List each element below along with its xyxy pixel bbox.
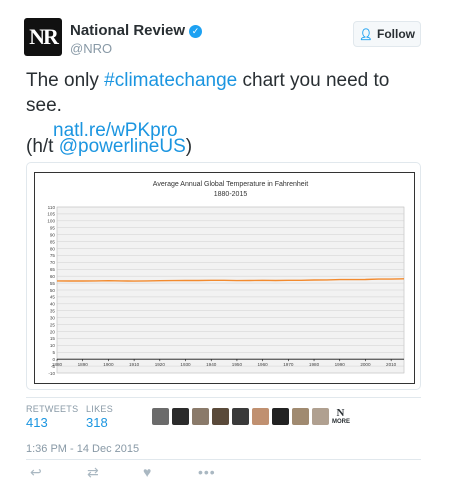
x-tick-label: 2000 <box>360 362 371 367</box>
timestamp[interactable]: 1:36 PM - 14 Dec 2015 <box>26 443 139 455</box>
likes-stat[interactable]: LIKES 318 <box>86 404 113 430</box>
account-info: National Review ✓ @NRO <box>70 22 203 56</box>
chart-image[interactable]: Average Annual Global Temperature in Fah… <box>34 172 415 384</box>
y-tick-label: 100 <box>47 219 55 224</box>
liker-avatar[interactable] <box>172 408 189 425</box>
liker-avatar[interactable] <box>252 408 269 425</box>
liker-avatar[interactable] <box>212 408 229 425</box>
y-tick-label: 25 <box>50 322 56 327</box>
y-tick-label: 110 <box>48 205 56 210</box>
liker-avatar[interactable] <box>152 408 169 425</box>
y-tick-label: 10 <box>50 343 56 348</box>
y-tick-label: 55 <box>50 281 56 286</box>
x-tick-label: 1920 <box>155 362 166 367</box>
y-tick-label: 20 <box>50 329 56 334</box>
chart-title: Average Annual Global Temperature in Fah… <box>153 181 308 188</box>
x-tick-label: 1980 <box>309 362 320 367</box>
follow-person-icon: 👤︎ <box>359 28 373 41</box>
y-tick-label: 30 <box>50 315 56 320</box>
x-tick-label: 1890 <box>78 362 89 367</box>
like-icon[interactable]: ♥ <box>143 464 151 480</box>
tweet: NR National Review ✓ @NRO 👤︎ Follow The o… <box>0 0 450 500</box>
y-tick-label: 105 <box>47 212 55 217</box>
y-tick-label: 60 <box>50 274 56 279</box>
more-likers[interactable]: N MORE <box>332 408 350 426</box>
y-tick-label: 5 <box>52 350 55 355</box>
temperature-chart: Average Annual Global Temperature in Fah… <box>47 181 405 376</box>
tweet-text: The only #climatechange chart you need t… <box>26 68 426 143</box>
liker-avatar[interactable] <box>312 408 329 425</box>
account-handle[interactable]: @NRO <box>70 41 202 56</box>
hat-tip: (h/t @powerlineUS) <box>26 134 192 159</box>
reply-icon[interactable]: ↩ <box>30 464 42 481</box>
retweets-stat[interactable]: RETWEETS 413 <box>26 404 78 430</box>
x-tick-label: 2010 <box>386 362 397 367</box>
x-tick-label: 1970 <box>283 362 294 367</box>
y-tick-label: 15 <box>50 336 56 341</box>
liker-avatar[interactable] <box>232 408 249 425</box>
y-tick-label: 50 <box>50 288 56 293</box>
y-tick-label: 80 <box>50 246 56 251</box>
chart-subtitle: 1880-2015 <box>214 191 248 198</box>
follow-label: Follow <box>376 27 415 41</box>
more-likers-label: MORE <box>332 419 350 425</box>
retweet-icon[interactable]: ⇄ <box>87 464 99 481</box>
likes-label: LIKES <box>86 404 114 414</box>
y-tick-label: 35 <box>50 309 56 314</box>
x-tick-label: 1960 <box>258 362 269 367</box>
liker-avatar[interactable] <box>272 408 289 425</box>
liker-avatars: N MORE <box>152 408 350 426</box>
retweets-count: 413 <box>26 415 48 430</box>
hat-tip-suffix: ) <box>185 136 193 157</box>
y-tick-label: 95 <box>50 226 56 231</box>
hat-tip-prefix: (h/t <box>26 136 59 157</box>
y-tick-label: 40 <box>50 302 56 307</box>
x-tick-label: 1910 <box>129 362 140 367</box>
liker-avatar[interactable] <box>192 408 209 425</box>
y-tick-label: 85 <box>50 239 56 244</box>
y-tick-label: 45 <box>50 295 56 300</box>
y-tick-label: 65 <box>50 267 56 272</box>
y-tick-label: 70 <box>50 260 56 265</box>
avatar[interactable]: NR <box>24 18 62 56</box>
y-tick-label: -10 <box>48 371 55 376</box>
x-tick-label: 1990 <box>335 362 346 367</box>
x-tick-label: 1900 <box>103 362 114 367</box>
y-tick-label: 90 <box>50 232 56 237</box>
x-tick-label: 1880 <box>52 362 63 367</box>
more-options-icon[interactable]: ••• <box>198 464 216 480</box>
likes-count: 318 <box>86 415 108 430</box>
verified-badge-icon: ✓ <box>189 25 203 38</box>
follow-button[interactable]: 👤︎ Follow <box>353 21 421 47</box>
liker-avatar[interactable] <box>292 408 309 425</box>
x-tick-label: 1940 <box>206 362 217 367</box>
stats-divider <box>26 397 421 398</box>
actions-divider <box>26 459 421 460</box>
hashtag-link[interactable]: #climatechange <box>104 70 237 91</box>
account-name[interactable]: National Review <box>70 22 185 39</box>
retweets-label: RETWEETS <box>26 404 79 414</box>
x-tick-label: 1950 <box>232 362 243 367</box>
mention-link[interactable]: @powerlineUS <box>59 136 186 157</box>
tweet-text-before: The only <box>26 70 105 91</box>
media-card[interactable]: Average Annual Global Temperature in Fah… <box>26 162 421 390</box>
x-tick-label: 1930 <box>180 362 191 367</box>
y-tick-label: 75 <box>50 253 56 258</box>
